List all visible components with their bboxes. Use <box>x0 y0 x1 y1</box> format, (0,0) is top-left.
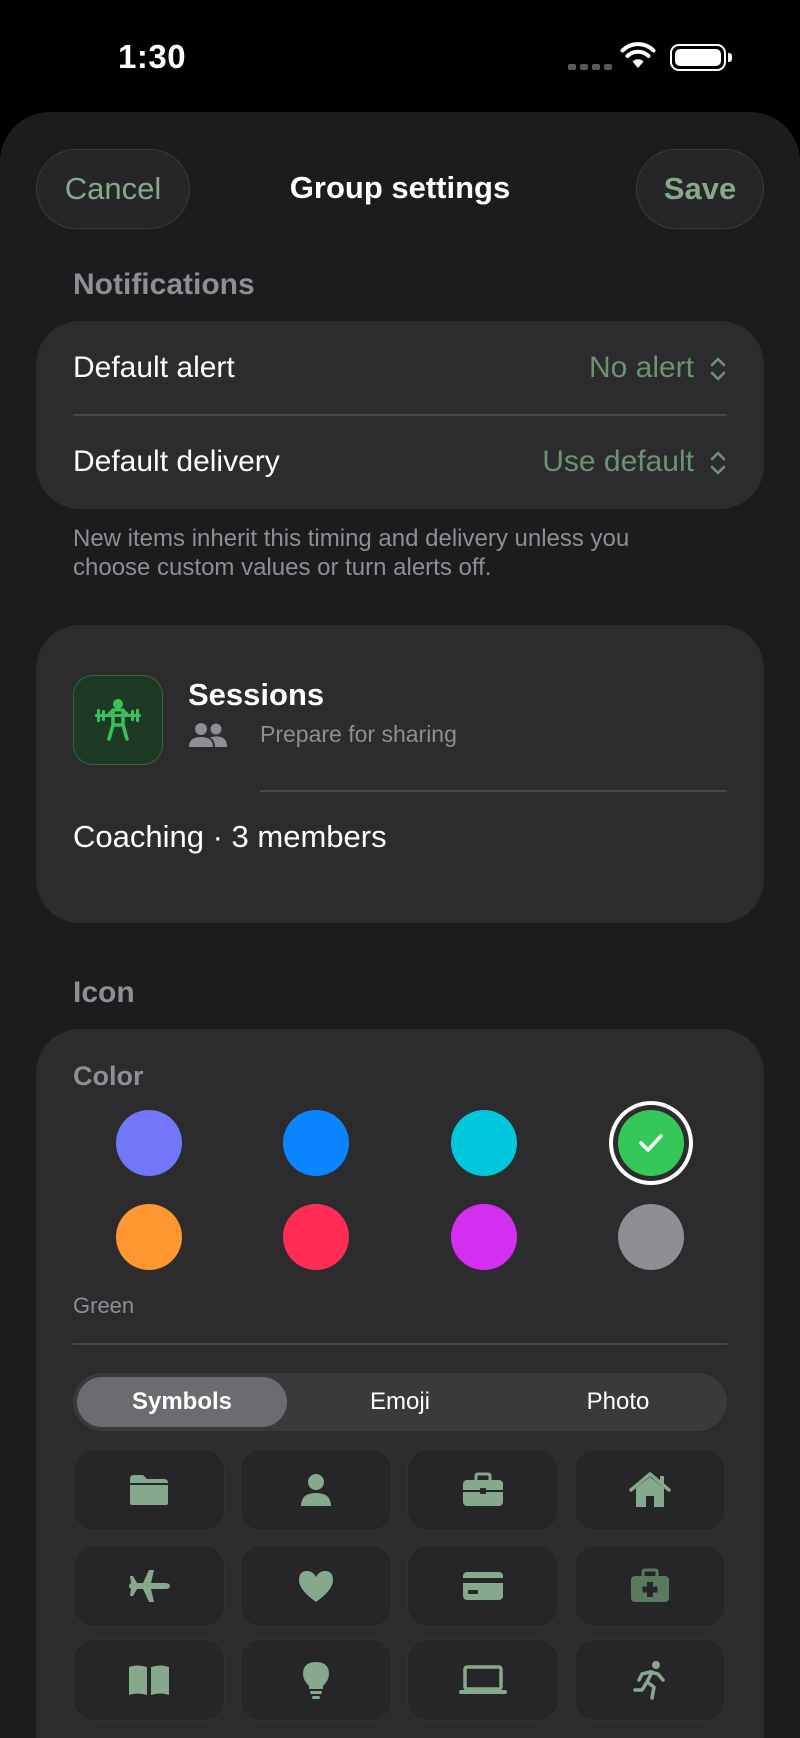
color-swatch-indigo[interactable] <box>116 1110 182 1176</box>
house-icon <box>629 1472 671 1507</box>
heart-icon <box>299 1571 333 1602</box>
briefcase-icon <box>463 1472 503 1506</box>
symbol-folder[interactable] <box>73 1449 225 1531</box>
group-divider <box>260 790 727 792</box>
cellular-signal-icon <box>568 64 612 70</box>
color-swatch-purple[interactable] <box>451 1204 517 1270</box>
members-summary[interactable]: Coaching · 3 members <box>73 819 387 855</box>
default-alert-label: Default alert <box>73 351 235 384</box>
medical-bag-icon <box>631 1568 669 1602</box>
color-swatch-green[interactable] <box>618 1110 684 1176</box>
symbol-house[interactable] <box>574 1449 726 1531</box>
symbol-person[interactable] <box>240 1449 392 1531</box>
color-swatch-gray[interactable] <box>618 1204 684 1270</box>
symbol-laptop[interactable] <box>407 1639 559 1721</box>
credit-card-icon <box>463 1572 503 1600</box>
notifications-footnote: New items inherit this timing and delive… <box>73 525 630 581</box>
default-delivery-label: Default delivery <box>73 445 280 478</box>
save-button[interactable]: Save <box>636 149 764 229</box>
chevron-up-down-icon <box>710 451 726 475</box>
color-divider <box>73 1343 727 1345</box>
group-card: Sessions Prepare for sharing Coaching · … <box>36 625 764 923</box>
symbol-book[interactable] <box>73 1639 225 1721</box>
status-time: 1:30 <box>118 38 187 75</box>
folder-icon <box>130 1475 168 1505</box>
color-swatch-orange[interactable] <box>116 1204 182 1270</box>
color-label: Color <box>73 1061 144 1091</box>
weightlifter-icon <box>95 699 141 741</box>
notifications-card: Default alert No alert Default delivery … <box>36 321 764 509</box>
wifi-icon <box>620 42 656 68</box>
lightbulb-icon <box>303 1662 329 1699</box>
color-swatch-pink[interactable] <box>283 1204 349 1270</box>
color-swatch-blue[interactable] <box>283 1110 349 1176</box>
default-alert-value: No alert <box>588 351 694 384</box>
symbol-running-figure[interactable] <box>574 1639 726 1721</box>
share-status[interactable]: Prepare for sharing <box>260 721 457 748</box>
book-icon <box>129 1665 169 1695</box>
symbol-credit-card[interactable] <box>407 1545 559 1627</box>
symbol-briefcase[interactable] <box>407 1449 559 1531</box>
notifications-section-title: Notifications <box>73 268 255 301</box>
group-name: Sessions <box>188 677 325 712</box>
default-delivery-row[interactable]: Default delivery Use default <box>36 415 764 509</box>
default-alert-row[interactable]: Default alert No alert <box>36 321 764 415</box>
tab-photo[interactable]: Photo <box>513 1377 723 1427</box>
icon-section-title: Icon <box>73 976 135 1009</box>
checkmark-icon <box>618 1110 684 1176</box>
color-swatch-cyan[interactable] <box>451 1110 517 1176</box>
tab-symbols[interactable]: Symbols <box>77 1377 287 1427</box>
person-icon <box>301 1474 331 1506</box>
symbol-heart[interactable] <box>240 1545 392 1627</box>
status-bar: 1:30 <box>0 0 800 112</box>
chevron-up-down-icon <box>710 357 726 381</box>
airplane-icon <box>129 1570 170 1602</box>
battery-icon <box>670 44 732 71</box>
icon-type-segmented-control: Symbols Emoji Photo <box>73 1373 727 1431</box>
selected-color-name: Green <box>73 1293 135 1318</box>
people-icon <box>189 723 227 747</box>
tab-emoji[interactable]: Emoji <box>295 1377 505 1427</box>
symbol-medical-bag[interactable] <box>574 1545 726 1627</box>
symbol-lightbulb[interactable] <box>240 1639 392 1721</box>
icon-card: Color Green Symbols Emoji Photo <box>36 1029 764 1738</box>
symbol-airplane[interactable] <box>73 1545 225 1627</box>
default-delivery-value: Use default <box>542 445 694 478</box>
running-figure-icon <box>633 1661 665 1700</box>
group-icon-tile[interactable] <box>73 675 163 765</box>
laptop-icon <box>459 1665 507 1694</box>
